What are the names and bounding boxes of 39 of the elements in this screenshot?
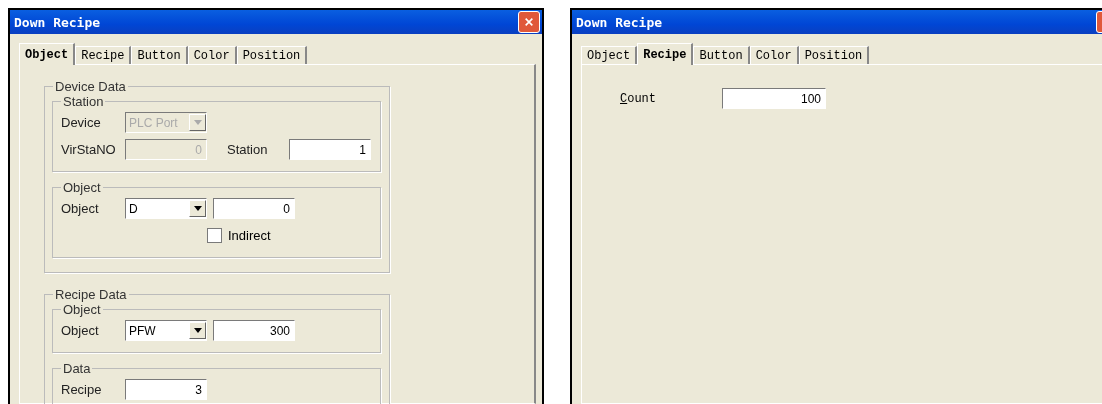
group-title: Object [62, 302, 102, 317]
input-field[interactable]: 0 [213, 198, 295, 219]
input-field[interactable]: 100 [722, 88, 826, 109]
tab[interactable]: Object [581, 46, 638, 64]
dropdown[interactable]: PFW [125, 320, 207, 341]
dropdown[interactable]: D [125, 198, 207, 219]
field-label: Object [61, 323, 100, 338]
tab[interactable]: Position [236, 46, 308, 64]
field-label: Device [61, 115, 102, 130]
tab[interactable]: Object [19, 43, 76, 65]
tab[interactable]: Color [187, 46, 237, 64]
tab[interactable]: Color [749, 46, 799, 64]
tab[interactable]: Button [693, 46, 750, 64]
group-title: Recipe Data [54, 287, 128, 302]
field-label: VirStaNO [61, 142, 117, 157]
input-field[interactable]: 1 [289, 139, 371, 160]
close-icon [525, 16, 533, 28]
field-label: Recipe [61, 382, 103, 397]
input-field[interactable]: 300 [213, 320, 295, 341]
dropdown-arrow-icon [193, 206, 202, 211]
checkbox-label: Indirect [228, 228, 271, 243]
group-title: Data [62, 361, 92, 376]
window-title: Down Recipe [14, 14, 101, 30]
tab[interactable]: Recipe [637, 43, 694, 65]
tab[interactable]: Position [798, 46, 870, 64]
dropdown-arrow-icon [193, 328, 202, 333]
field-label: Object [61, 201, 100, 216]
input-field[interactable]: 3 [125, 379, 207, 400]
dropdown-arrow-icon [193, 120, 202, 125]
checkbox[interactable] [207, 228, 222, 243]
field-label: Count [620, 91, 657, 106]
window-title: Down Recipe [576, 14, 663, 30]
close-button[interactable] [518, 11, 540, 33]
field-label: Station [227, 142, 269, 157]
group-title: Station [62, 94, 105, 109]
group-title: Object [62, 180, 102, 195]
tab[interactable]: Button [131, 46, 188, 64]
group-title: Device Data [54, 79, 127, 94]
tab[interactable]: Recipe [75, 46, 132, 64]
